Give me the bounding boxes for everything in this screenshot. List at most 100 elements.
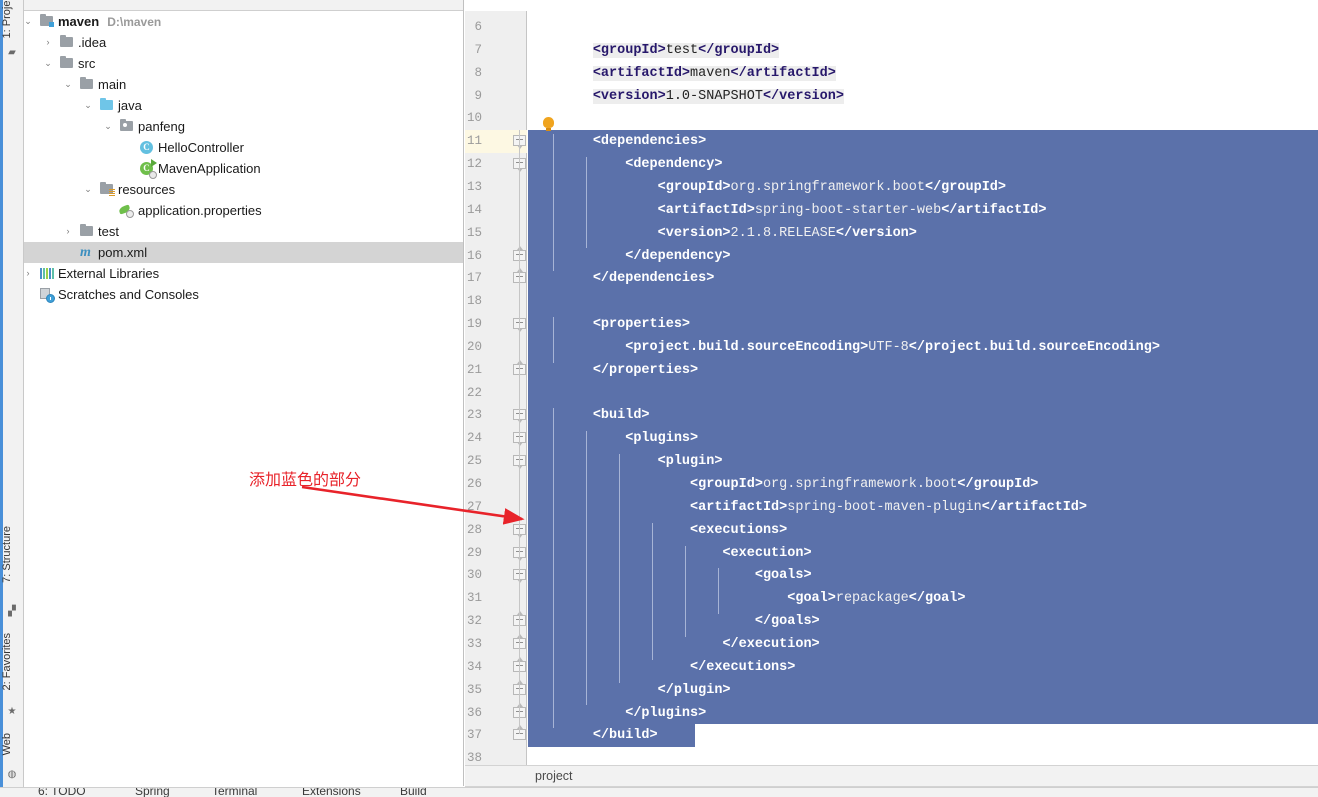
tree-item-pomxml[interactable]: m pom.xml (24, 242, 463, 263)
code-line[interactable]: <properties> (528, 313, 1318, 336)
xml-tag: <groupId> (657, 179, 731, 195)
code-line[interactable]: <plugin> (528, 450, 1318, 473)
structure-icon: ▞ (8, 606, 16, 617)
line-number: 22 (466, 385, 482, 400)
tree-item-resources[interactable]: ⌄ resources (24, 179, 463, 200)
tree-item-idea[interactable]: › .idea (24, 32, 463, 53)
chevron-down-icon[interactable]: ⌄ (24, 11, 34, 32)
tool-button-favorites[interactable]: 2: Favorites (1, 633, 23, 690)
lightbulb-icon[interactable] (543, 117, 554, 131)
xml-tag: <goals> (754, 568, 812, 584)
status-item-extensions[interactable]: Extensions (302, 788, 361, 797)
editor-gutter[interactable]: 6 7 8 9 10 11 12 13 14 15 16 17 18 19 20 21 22 23 24 25 26 27… (465, 11, 527, 765)
breadcrumb-project[interactable]: project (535, 769, 573, 783)
tree-item-hellocontroller[interactable]: C HelloController (24, 137, 463, 158)
code-line[interactable]: <dependencies> (528, 130, 1318, 153)
xml-tag: </goal> (908, 591, 966, 607)
code-line[interactable]: <project.build.sourceEncoding>UTF-8</pro… (528, 336, 1318, 359)
tree-item-appprops[interactable]: application.properties (24, 200, 463, 221)
code-line[interactable]: <plugins> (528, 427, 1318, 450)
tree-item-label: application.properties (138, 203, 262, 218)
fold-region-spine (519, 130, 520, 735)
tree-item-path: D:\maven (107, 15, 162, 29)
code-line[interactable] (528, 747, 1318, 765)
xml-tag: </dependency> (625, 248, 731, 264)
project-tree[interactable]: ⌄ maven D:\maven › .idea ⌄ src ⌄ main ⌄ java ⌄ panfe… (24, 11, 463, 305)
code-line[interactable]: </dependencies> (528, 267, 1318, 290)
line-number: 31 (466, 591, 482, 606)
code-line[interactable]: </dependency> (528, 245, 1318, 268)
line-number: 13 (466, 179, 482, 194)
scratches-icon (38, 284, 55, 305)
code-line[interactable] (528, 290, 1318, 313)
tool-button-project[interactable]: 1: Project (1, 0, 23, 38)
xml-tag: <properties> (592, 317, 691, 333)
tree-item-maven[interactable]: ⌄ maven D:\maven (24, 11, 463, 32)
code-line[interactable]: </plugins> (528, 702, 1318, 725)
code-line[interactable]: <version>1.0-SNAPSHOT</version> (528, 85, 1318, 108)
code-line[interactable] (528, 107, 1318, 130)
status-item-terminal[interactable]: Terminal (212, 788, 257, 797)
tree-item-src[interactable]: ⌄ src (24, 53, 463, 74)
code-line[interactable] (528, 16, 1318, 39)
tree-item-java[interactable]: ⌄ java (24, 95, 463, 116)
code-line[interactable]: </execution> (528, 633, 1318, 656)
source-root-icon (98, 95, 114, 116)
tree-item-mavenapplication[interactable]: C MavenApplication (24, 158, 463, 179)
folder-icon (78, 74, 94, 95)
line-number: 36 (466, 705, 482, 720)
status-item-build[interactable]: Build (400, 788, 427, 797)
chevron-right-icon[interactable]: › (24, 263, 34, 284)
xml-tag: <project.build.sourceEncoding> (625, 339, 869, 355)
line-number: 33 (466, 636, 482, 651)
code-line[interactable]: </properties> (528, 359, 1318, 382)
xml-tag: </version> (835, 225, 917, 241)
tool-button-web[interactable]: Web (1, 733, 23, 755)
tree-item-test[interactable]: › test (24, 221, 463, 242)
code-line[interactable]: <version>2.1.8.RELEASE</version> (528, 222, 1318, 245)
code-line[interactable]: </executions> (528, 656, 1318, 679)
code-editor[interactable]: 6 7 8 9 10 11 12 13 14 15 16 17 18 19 20 21 22 23 24 25 26 27… (465, 0, 1318, 765)
xml-tag: </properties> (592, 362, 699, 378)
code-line[interactable]: <groupId>org.springframework.boot</group… (528, 176, 1318, 199)
code-line[interactable]: <goals> (528, 564, 1318, 587)
code-line[interactable]: <build> (528, 404, 1318, 427)
chevron-down-icon[interactable]: ⌄ (62, 74, 74, 95)
chevron-right-icon[interactable]: › (62, 221, 74, 242)
star-icon: ★ (7, 706, 17, 717)
code-line[interactable]: </build> (528, 724, 1318, 747)
left-tool-strip: 1: Project ▰ 7: Structure ▞ 2: Favorites… (0, 0, 24, 797)
chevron-down-icon[interactable]: ⌄ (82, 95, 94, 116)
tool-button-structure[interactable]: 7: Structure (1, 526, 23, 583)
line-number: 29 (466, 545, 482, 560)
code-line[interactable]: <artifactId>maven</artifactId> (528, 62, 1318, 85)
code-line[interactable]: <dependency> (528, 153, 1318, 176)
code-line[interactable] (528, 382, 1318, 405)
xml-tag: <version> (592, 88, 666, 104)
editor-code-area[interactable]: <groupId>test</groupId> <artifactId>mave… (528, 11, 1318, 765)
code-line[interactable]: <executions> (528, 519, 1318, 542)
chevron-down-icon[interactable]: ⌄ (102, 116, 114, 137)
line-number: 16 (466, 248, 482, 263)
code-line[interactable]: </goals> (528, 610, 1318, 633)
code-line[interactable]: <groupId>test</groupId> (528, 39, 1318, 62)
status-item-todo[interactable]: 6: TODO (38, 788, 86, 797)
status-item-spring[interactable]: Spring (135, 788, 170, 797)
code-line[interactable]: </plugin> (528, 679, 1318, 702)
code-line[interactable]: <artifactId>spring-boot-maven-plugin</ar… (528, 496, 1318, 519)
tree-item-extlibs[interactable]: › External Libraries (24, 263, 463, 284)
tree-item-main[interactable]: ⌄ main (24, 74, 463, 95)
code-line[interactable]: <execution> (528, 542, 1318, 565)
chevron-down-icon[interactable]: ⌄ (82, 179, 94, 200)
code-line[interactable]: <artifactId>spring-boot-starter-web</art… (528, 199, 1318, 222)
maven-file-icon: m (80, 245, 91, 260)
xml-tag: </goals> (754, 614, 820, 630)
tree-item-scratches[interactable]: Scratches and Consoles (24, 284, 463, 305)
code-line[interactable]: <groupId>org.springframework.boot</group… (528, 473, 1318, 496)
annotation-arrow-icon (301, 485, 525, 525)
tree-item-label: External Libraries (58, 266, 160, 281)
chevron-right-icon[interactable]: › (42, 32, 54, 53)
tree-item-panfeng[interactable]: ⌄ panfeng (24, 116, 463, 137)
chevron-down-icon[interactable]: ⌄ (42, 53, 54, 74)
code-line[interactable]: <goal>repackage</goal> (528, 587, 1318, 610)
